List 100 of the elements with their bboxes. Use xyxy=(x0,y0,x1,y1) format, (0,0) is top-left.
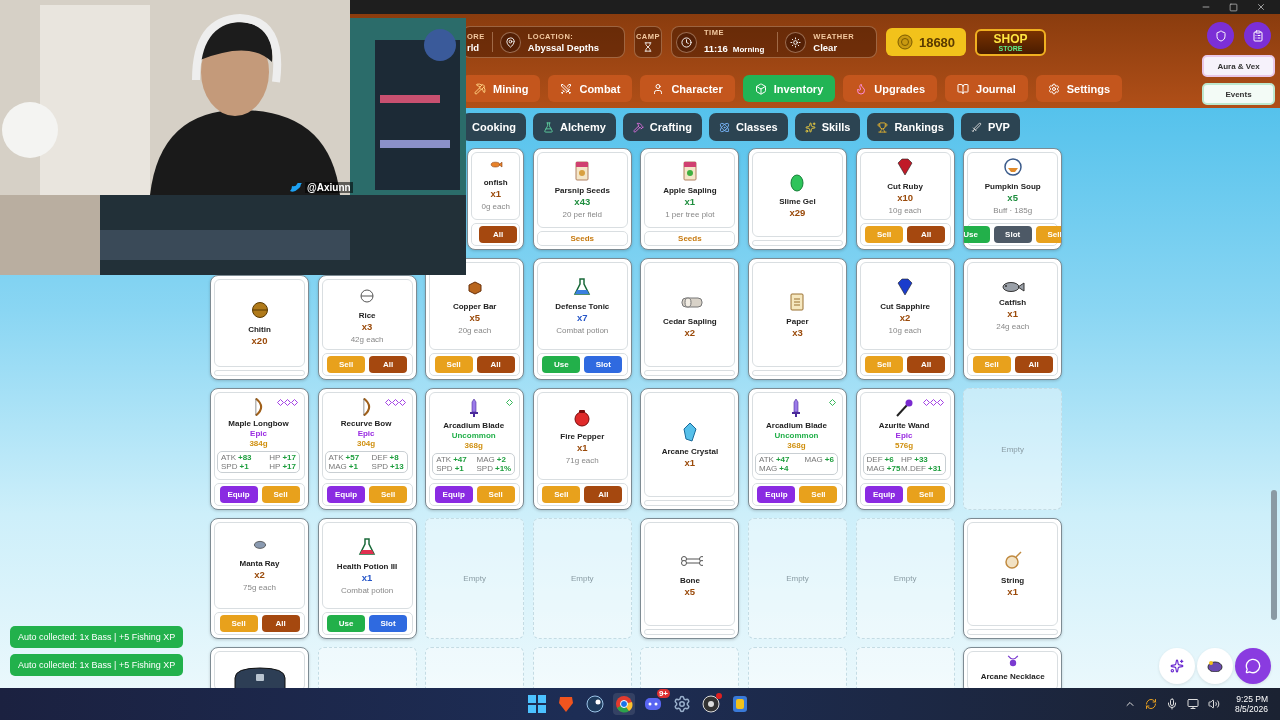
chat-app-icon[interactable] xyxy=(644,696,662,712)
lion-icon[interactable] xyxy=(558,695,574,713)
sell-all-button[interactable]: All xyxy=(584,486,623,503)
item-card[interactable]: onfish x1 0g each All xyxy=(467,148,525,250)
item-card[interactable]: Arcane Crystal x1 xyxy=(640,388,740,510)
item-name: Azurite Wand xyxy=(878,421,930,430)
gear-card[interactable]: Azurite Wand Epic 576g DEF +6 HP +33 MAG +75M.DEF +31 Equip Sell xyxy=(855,388,955,510)
close-icon[interactable] xyxy=(1256,2,1266,12)
slot-button[interactable]: Slot xyxy=(369,615,408,632)
side-button[interactable]: Aura & Vex xyxy=(1202,55,1275,77)
windows-icon[interactable] xyxy=(528,695,546,713)
item-card[interactable] xyxy=(210,647,309,688)
nav-tab[interactable]: Rankings xyxy=(867,113,954,141)
nav-tab[interactable]: Journal xyxy=(945,75,1028,102)
sell-all-button[interactable]: All xyxy=(479,226,518,243)
stat-value: Clear xyxy=(813,41,839,53)
item-card[interactable]: Paper x3 xyxy=(747,258,847,380)
sparkles-icon xyxy=(804,121,816,133)
nav-tab[interactable]: Upgrades xyxy=(843,75,937,102)
sell-all-button[interactable]: All xyxy=(369,356,408,373)
item-note: 0g each xyxy=(481,202,510,211)
item-card[interactable]: Copper Bar x5 20g each Sell All xyxy=(425,258,525,380)
sell-all-button[interactable]: All xyxy=(261,615,300,632)
item-card[interactable]: Bone x5 xyxy=(640,518,740,639)
sell-all-button[interactable]: All xyxy=(907,226,946,243)
nav-tab[interactable]: PVP xyxy=(960,113,1020,141)
item-card[interactable]: Rice x3 42g each Sell All xyxy=(317,275,417,380)
item-card[interactable]: Defense Tonic x7 Combat potion Use Slot xyxy=(532,258,632,380)
item-card[interactable]: Chitin x20 xyxy=(210,275,309,380)
pin-icon xyxy=(499,31,521,53)
stat-bonus: SPD +1 xyxy=(221,462,250,471)
item-note: 24g each xyxy=(996,322,1030,331)
item-card[interactable]: Cut Ruby x10 10g each Sell All xyxy=(855,148,955,250)
steam-icon[interactable] xyxy=(586,695,604,713)
item-card[interactable]: Arcane Necklace xyxy=(963,647,1063,688)
gear-card[interactable]: Recurve Bow Epic 304g ATK +57 DEF +8 MAG +1 SPD +13 Equip Sell xyxy=(317,388,417,510)
record-icon[interactable] xyxy=(702,695,720,713)
stat-bonus: SPD +1% xyxy=(476,464,512,473)
settings-icon[interactable] xyxy=(673,695,691,713)
equip-button[interactable]: Equip xyxy=(865,486,904,503)
item-quantity: x3 xyxy=(361,320,373,332)
nav-tab[interactable]: Skills xyxy=(794,113,861,141)
item-card[interactable]: Pumpkin Soup x5 Buff · 185g Use Slot Sell xyxy=(963,148,1063,250)
item-card[interactable]: Cedar Sapling x2 xyxy=(640,258,740,380)
item-card[interactable]: Fire Pepper x1 71g each Sell All xyxy=(532,388,632,510)
item-card[interactable]: Health Potion III x1 Combat potion Use Slot xyxy=(317,518,417,639)
scrollbar-thumb[interactable] xyxy=(1271,490,1277,620)
item-name: Apple Sapling xyxy=(663,186,717,195)
rarity-label: Epic xyxy=(895,431,913,440)
item-card[interactable]: String x1 xyxy=(963,518,1063,639)
item-card[interactable]: Slime Gel x29 xyxy=(747,148,847,250)
equip-button[interactable]: Equip xyxy=(434,486,473,503)
item-quantity: x2 xyxy=(899,312,911,323)
item-card[interactable]: Manta Ray x2 75g each Sell All xyxy=(210,518,309,639)
maximize-icon[interactable] xyxy=(1229,2,1238,12)
slot-button[interactable]: Slot xyxy=(584,356,623,373)
nav-tab[interactable]: Classes xyxy=(709,113,788,141)
item-name: Arcadium Blade xyxy=(443,421,505,430)
sell-all-button[interactable]: All xyxy=(907,356,946,373)
clock-widget[interactable]: 9:25 PM 8/5/2026 xyxy=(1234,694,1268,714)
microphone-icon[interactable] xyxy=(1165,698,1178,710)
speaker-icon[interactable] xyxy=(1207,698,1220,710)
equip-button[interactable]: Equip xyxy=(327,486,366,503)
item-card[interactable]: Catfish x1 24g each Sell All xyxy=(963,258,1063,380)
fish-icon xyxy=(1000,281,1025,293)
sun-icon xyxy=(785,31,807,53)
item-name: Health Potion III xyxy=(336,561,398,571)
display-icon[interactable] xyxy=(1186,698,1199,710)
equip-button[interactable]: Equip xyxy=(219,486,258,503)
item-name: Rice xyxy=(358,310,376,320)
diamonds-icon xyxy=(384,399,406,406)
gear-card[interactable]: Maple Longbow Epic 384g ATK +83 HP +17 SPD +1 HP +17 Equip Sell xyxy=(210,388,309,510)
item-card[interactable]: Parsnip Seeds x43 20 per field Seeds xyxy=(532,148,632,250)
chrome-icon[interactable] xyxy=(615,695,633,713)
item-note: 1 per tree plot xyxy=(665,210,715,219)
item-name: Copper Bar xyxy=(452,302,497,311)
nav-tab[interactable]: Character xyxy=(640,75,735,102)
category-label: Seeds xyxy=(570,234,595,243)
nav-tab[interactable]: Alchemy xyxy=(533,113,616,141)
chest-icon xyxy=(232,666,287,688)
item-note: Combat potion xyxy=(556,326,609,335)
wand-icon xyxy=(894,398,915,418)
item-card[interactable]: Apple Sapling x1 1 per tree plot Seeds xyxy=(640,148,740,250)
item-card[interactable]: Cut Sapphire x2 10g each Sell All xyxy=(855,258,955,380)
nav-tab[interactable]: Settings xyxy=(1035,75,1123,102)
side-button[interactable]: Events xyxy=(1202,83,1275,105)
rarity-label: Epic xyxy=(357,429,375,438)
gear-card[interactable]: Arcadium Blade Uncommon 368g ATK +47 MAG +6 MAG +4 Equip Sell xyxy=(747,388,847,510)
nav-tab[interactable]: Combat xyxy=(548,75,633,102)
diamonds-icon xyxy=(506,399,514,406)
stat-bonus: ATK +47 xyxy=(758,455,790,464)
slot-button[interactable]: Slot xyxy=(993,226,1032,243)
sell-all-button[interactable]: All xyxy=(476,356,515,373)
nav-tab[interactable]: Crafting xyxy=(622,113,703,141)
sell-all-button[interactable]: All xyxy=(1014,356,1053,373)
equip-button[interactable]: Equip xyxy=(757,486,796,503)
sync-icon[interactable] xyxy=(1144,698,1157,710)
gear-card[interactable]: Arcadium Blade Uncommon 368g ATK +47 MAG +2 SPD +1 SPD +1% Equip Sell xyxy=(425,388,525,510)
app-icon[interactable] xyxy=(732,695,748,713)
stat-bonus: HP +17 xyxy=(269,462,296,471)
